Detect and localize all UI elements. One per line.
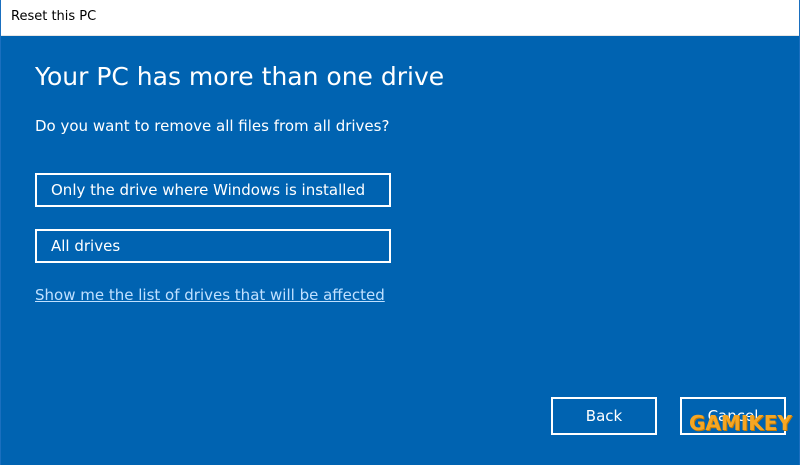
- option-all-drives-button[interactable]: All drives: [35, 229, 391, 263]
- show-drives-link[interactable]: Show me the list of drives that will be …: [35, 286, 385, 304]
- title-bar: Reset this PC: [1, 0, 799, 36]
- page-heading: Your PC has more than one drive: [35, 62, 445, 91]
- window-title: Reset this PC: [11, 9, 97, 24]
- back-button[interactable]: Back: [551, 397, 657, 435]
- reset-pc-window: Reset this PC Your PC has more than one …: [0, 0, 800, 465]
- watermark-logo: GAMIKEY: [689, 411, 792, 435]
- question-text: Do you want to remove all files from all…: [35, 117, 390, 135]
- option-windows-drive-button[interactable]: Only the drive where Windows is installe…: [35, 173, 391, 207]
